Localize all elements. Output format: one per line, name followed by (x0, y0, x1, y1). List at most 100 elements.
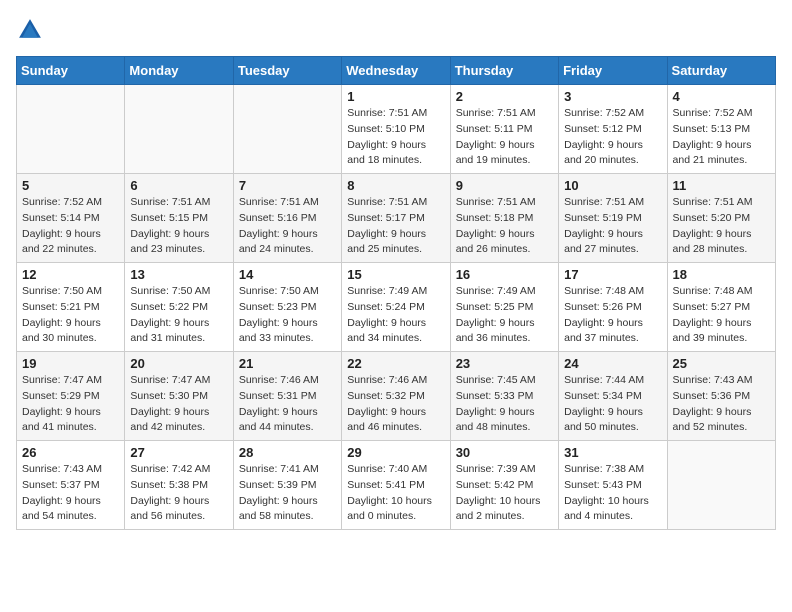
logo (16, 16, 48, 44)
calendar-cell: 7 Sunrise: 7:51 AMSunset: 5:16 PMDaylight… (233, 174, 341, 263)
weekday-header-tuesday: Tuesday (233, 57, 341, 85)
day-number: 22 (347, 356, 444, 371)
day-info: Sunrise: 7:44 AMSunset: 5:34 PMDaylight:… (564, 373, 661, 436)
day-info: Sunrise: 7:50 AMSunset: 5:21 PMDaylight:… (22, 284, 119, 347)
calendar-cell: 22 Sunrise: 7:46 AMSunset: 5:32 PMDayligh… (342, 352, 450, 441)
weekday-header-wednesday: Wednesday (342, 57, 450, 85)
day-number: 8 (347, 178, 444, 193)
calendar-cell (667, 441, 775, 530)
day-info: Sunrise: 7:45 AMSunset: 5:33 PMDaylight:… (456, 373, 553, 436)
day-number: 13 (130, 267, 227, 282)
day-number: 29 (347, 445, 444, 460)
calendar-cell: 15 Sunrise: 7:49 AMSunset: 5:24 PMDayligh… (342, 263, 450, 352)
calendar-cell: 4Sunrise: 7:52 AMSunset: 5:13 PMDaylight… (667, 85, 775, 174)
day-number: 23 (456, 356, 553, 371)
day-info: Sunrise: 7:51 AMSunset: 5:16 PMDaylight:… (239, 195, 336, 258)
day-number: 2 (456, 89, 553, 104)
calendar-cell: 19 Sunrise: 7:47 AMSunset: 5:29 PMDayligh… (17, 352, 125, 441)
day-number: 28 (239, 445, 336, 460)
day-info: Sunrise: 7:46 AMSunset: 5:32 PMDaylight:… (347, 373, 444, 436)
day-number: 26 (22, 445, 119, 460)
calendar-cell (125, 85, 233, 174)
calendar-cell: 25 Sunrise: 7:43 AMSunset: 5:36 PMDayligh… (667, 352, 775, 441)
weekday-header-saturday: Saturday (667, 57, 775, 85)
day-number: 27 (130, 445, 227, 460)
day-number: 14 (239, 267, 336, 282)
calendar-cell: 2 Sunrise: 7:51 AMSunset: 5:11 PMDaylight… (450, 85, 558, 174)
day-info: Sunrise: 7:51 AMSunset: 5:17 PMDaylight:… (347, 195, 444, 258)
calendar-cell: 16Sunrise: 7:49 AMSunset: 5:25 PMDayligh… (450, 263, 558, 352)
day-info: Sunrise: 7:52 AMSunset: 5:13 PMDaylight:… (673, 106, 770, 169)
day-info: Sunrise: 7:51 AMSunset: 5:11 PMDaylight:… (456, 106, 553, 169)
day-number: 9 (456, 178, 553, 193)
day-number: 30 (456, 445, 553, 460)
calendar-cell: 20 Sunrise: 7:47 AMSunset: 5:30 PMDayligh… (125, 352, 233, 441)
day-number: 19 (22, 356, 119, 371)
day-info: Sunrise: 7:51 AMSunset: 5:18 PMDaylight:… (456, 195, 553, 258)
day-info: Sunrise: 7:50 AMSunset: 5:23 PMDaylight:… (239, 284, 336, 347)
day-info: Sunrise: 7:43 AMSunset: 5:36 PMDaylight:… (673, 373, 770, 436)
day-number: 17 (564, 267, 661, 282)
logo-icon (16, 16, 44, 44)
day-info: Sunrise: 7:41 AMSunset: 5:39 PMDaylight:… (239, 462, 336, 525)
day-number: 20 (130, 356, 227, 371)
calendar-cell: 8 Sunrise: 7:51 AMSunset: 5:17 PMDaylight… (342, 174, 450, 263)
calendar-week-1: 1Sunrise: 7:51 AMSunset: 5:10 PMDaylight… (17, 85, 776, 174)
calendar-cell: 26 Sunrise: 7:43 AMSunset: 5:37 PMDayligh… (17, 441, 125, 530)
day-number: 10 (564, 178, 661, 193)
calendar-table: SundayMondayTuesdayWednesdayThursdayFrid… (16, 56, 776, 530)
day-number: 11 (673, 178, 770, 193)
day-number: 21 (239, 356, 336, 371)
day-info: Sunrise: 7:48 AMSunset: 5:27 PMDaylight:… (673, 284, 770, 347)
weekday-header-thursday: Thursday (450, 57, 558, 85)
calendar-week-5: 26 Sunrise: 7:43 AMSunset: 5:37 PMDayligh… (17, 441, 776, 530)
calendar-cell: 17 Sunrise: 7:48 AMSunset: 5:26 PMDayligh… (559, 263, 667, 352)
day-number: 18 (673, 267, 770, 282)
calendar-cell: 6 Sunrise: 7:51 AMSunset: 5:15 PMDaylight… (125, 174, 233, 263)
day-info: Sunrise: 7:40 AMSunset: 5:41 PMDaylight:… (347, 462, 444, 525)
day-info: Sunrise: 7:52 AMSunset: 5:12 PMDaylight:… (564, 106, 661, 169)
page-header (16, 16, 776, 44)
calendar-cell: 23 Sunrise: 7:45 AMSunset: 5:33 PMDayligh… (450, 352, 558, 441)
day-info: Sunrise: 7:48 AMSunset: 5:26 PMDaylight:… (564, 284, 661, 347)
calendar-week-4: 19 Sunrise: 7:47 AMSunset: 5:29 PMDayligh… (17, 352, 776, 441)
day-info: Sunrise: 7:51 AMSunset: 5:10 PMDaylight:… (347, 106, 444, 169)
calendar-cell: 10 Sunrise: 7:51 AMSunset: 5:19 PMDayligh… (559, 174, 667, 263)
calendar-cell: 1Sunrise: 7:51 AMSunset: 5:10 PMDaylight… (342, 85, 450, 174)
day-info: Sunrise: 7:47 AMSunset: 5:30 PMDaylight:… (130, 373, 227, 436)
day-info: Sunrise: 7:49 AMSunset: 5:25 PMDaylight:… (456, 284, 553, 347)
calendar-cell: 5Sunrise: 7:52 AMSunset: 5:14 PMDaylight… (17, 174, 125, 263)
day-number: 24 (564, 356, 661, 371)
calendar-cell: 24 Sunrise: 7:44 AMSunset: 5:34 PMDayligh… (559, 352, 667, 441)
day-number: 7 (239, 178, 336, 193)
calendar-cell: 29 Sunrise: 7:40 AMSunset: 5:41 PMDayligh… (342, 441, 450, 530)
weekday-header-monday: Monday (125, 57, 233, 85)
day-info: Sunrise: 7:47 AMSunset: 5:29 PMDaylight:… (22, 373, 119, 436)
day-number: 6 (130, 178, 227, 193)
calendar-cell: 11 Sunrise: 7:51 AMSunset: 5:20 PMDayligh… (667, 174, 775, 263)
day-info: Sunrise: 7:38 AMSunset: 5:43 PMDaylight:… (564, 462, 661, 525)
day-info: Sunrise: 7:51 AMSunset: 5:19 PMDaylight:… (564, 195, 661, 258)
calendar-cell: 12Sunrise: 7:50 AMSunset: 5:21 PMDayligh… (17, 263, 125, 352)
weekday-header-sunday: Sunday (17, 57, 125, 85)
day-info: Sunrise: 7:52 AMSunset: 5:14 PMDaylight:… (22, 195, 119, 258)
calendar-cell: 3 Sunrise: 7:52 AMSunset: 5:12 PMDaylight… (559, 85, 667, 174)
day-info: Sunrise: 7:39 AMSunset: 5:42 PMDaylight:… (456, 462, 553, 525)
calendar-cell: 27 Sunrise: 7:42 AMSunset: 5:38 PMDayligh… (125, 441, 233, 530)
day-number: 25 (673, 356, 770, 371)
day-info: Sunrise: 7:43 AMSunset: 5:37 PMDaylight:… (22, 462, 119, 525)
day-info: Sunrise: 7:46 AMSunset: 5:31 PMDaylight:… (239, 373, 336, 436)
day-info: Sunrise: 7:49 AMSunset: 5:24 PMDaylight:… (347, 284, 444, 347)
day-info: Sunrise: 7:51 AMSunset: 5:15 PMDaylight:… (130, 195, 227, 258)
day-number: 15 (347, 267, 444, 282)
calendar-cell (17, 85, 125, 174)
calendar-week-2: 5Sunrise: 7:52 AMSunset: 5:14 PMDaylight… (17, 174, 776, 263)
day-number: 3 (564, 89, 661, 104)
calendar-cell: 30 Sunrise: 7:39 AMSunset: 5:42 PMDayligh… (450, 441, 558, 530)
weekday-header-friday: Friday (559, 57, 667, 85)
day-info: Sunrise: 7:51 AMSunset: 5:20 PMDaylight:… (673, 195, 770, 258)
calendar-cell: 14 Sunrise: 7:50 AMSunset: 5:23 PMDayligh… (233, 263, 341, 352)
calendar-cell: 9 Sunrise: 7:51 AMSunset: 5:18 PMDaylight… (450, 174, 558, 263)
day-info: Sunrise: 7:50 AMSunset: 5:22 PMDaylight:… (130, 284, 227, 347)
day-info: Sunrise: 7:42 AMSunset: 5:38 PMDaylight:… (130, 462, 227, 525)
